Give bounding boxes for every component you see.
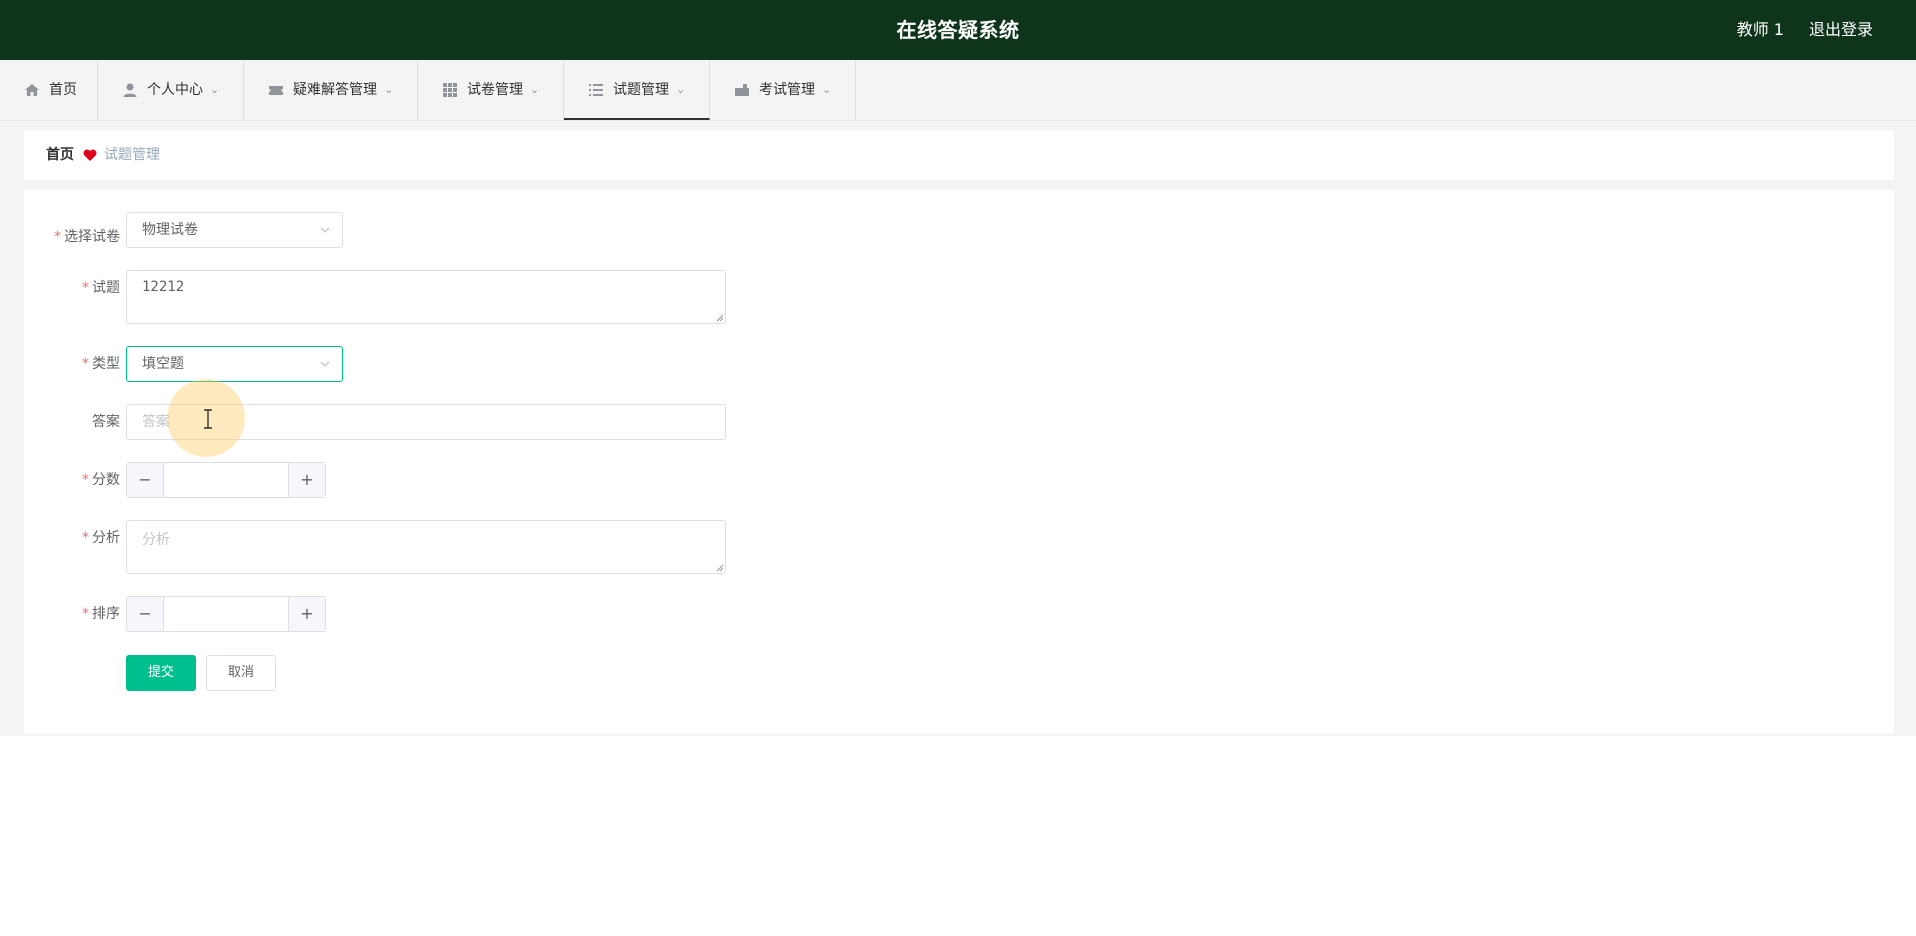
- order-increment-button[interactable]: +: [288, 597, 325, 631]
- chevron-down-icon: ⌄: [530, 83, 540, 96]
- nav-item-exams[interactable]: 考试管理 ⌄: [710, 60, 856, 120]
- chevron-down-icon: ⌄: [384, 83, 394, 96]
- nav-label-exams: 考试管理: [759, 82, 815, 98]
- nav-label-profile: 个人中心: [147, 82, 203, 98]
- text-cursor-icon: [204, 409, 212, 429]
- top-header: 在线答疑系统 教师 1 退出登录: [0, 0, 1916, 60]
- list-icon: [589, 84, 603, 96]
- order-decrement-button[interactable]: −: [127, 597, 164, 631]
- nav-item-home[interactable]: 首页: [0, 60, 98, 120]
- question-textarea[interactable]: 12212: [126, 270, 726, 324]
- nav-label-papers: 试卷管理: [467, 82, 523, 98]
- breadcrumb: 首页 试题管理: [24, 130, 1894, 180]
- order-input[interactable]: [164, 597, 288, 631]
- analysis-label: * 分析: [82, 530, 120, 546]
- question-text: 12212: [142, 279, 185, 295]
- score-increment-button[interactable]: +: [288, 463, 325, 497]
- nav-label-questions: 试题管理: [613, 82, 669, 98]
- score-decrement-button[interactable]: −: [127, 463, 164, 497]
- resize-grip-icon[interactable]: [716, 564, 724, 572]
- paper-select-value: 物理试卷: [142, 222, 198, 238]
- chevron-down-icon: ⌄: [822, 83, 832, 96]
- chevron-down-icon: ⌄: [210, 83, 220, 96]
- breadcrumb-home[interactable]: 首页: [46, 130, 74, 180]
- answer-placeholder: 答案: [142, 414, 170, 430]
- ticket-icon: [269, 86, 283, 95]
- logout-link[interactable]: 退出登录: [1809, 0, 1873, 60]
- analysis-textarea[interactable]: 分析: [126, 520, 726, 574]
- cancel-button[interactable]: 取消: [206, 655, 276, 691]
- home-icon: [25, 84, 39, 96]
- question-label: * 试题: [82, 280, 120, 296]
- type-select-value: 填空题: [142, 356, 184, 372]
- heart-icon: [83, 149, 97, 161]
- nav-item-papers[interactable]: 试卷管理 ⌄: [418, 60, 564, 120]
- app-title: 在线答疑系统: [896, 18, 1020, 42]
- nav-item-questions[interactable]: 试题管理 ⌄: [564, 60, 710, 120]
- main-nav: 首页 个人中心 ⌄ 疑难解答管理 ⌄ 试卷管理 ⌄ 试题管理 ⌄ 考试管理 ⌄: [0, 60, 1916, 121]
- order-label: * 排序: [82, 606, 120, 622]
- score-stepper: − +: [126, 462, 326, 498]
- type-select[interactable]: 填空题: [126, 346, 343, 382]
- score-input[interactable]: [164, 463, 288, 497]
- submit-button[interactable]: 提交: [126, 655, 196, 691]
- paper-label: * 选择试卷: [54, 229, 120, 245]
- grid-icon: [443, 83, 457, 97]
- chevron-down-icon: [320, 227, 330, 233]
- chevron-down-icon: ⌄: [676, 83, 686, 96]
- score-label: * 分数: [82, 472, 120, 488]
- breadcrumb-current: 试题管理: [104, 147, 160, 163]
- user-icon: [123, 83, 137, 97]
- type-label: * 类型: [82, 356, 120, 372]
- nav-label-home: 首页: [49, 82, 77, 98]
- nav-item-qa[interactable]: 疑难解答管理 ⌄: [244, 60, 418, 120]
- paper-select[interactable]: 物理试卷: [126, 212, 343, 248]
- current-user: 教师 1: [1736, 20, 1784, 39]
- resize-grip-icon[interactable]: [716, 314, 724, 322]
- briefcase-icon: [735, 84, 749, 96]
- chevron-down-icon: [320, 361, 330, 367]
- nav-label-qa: 疑难解答管理: [293, 82, 377, 98]
- nav-item-profile[interactable]: 个人中心 ⌄: [98, 60, 244, 120]
- order-stepper: − +: [126, 596, 326, 632]
- answer-label: 答案: [92, 414, 120, 430]
- analysis-placeholder: 分析: [142, 532, 170, 548]
